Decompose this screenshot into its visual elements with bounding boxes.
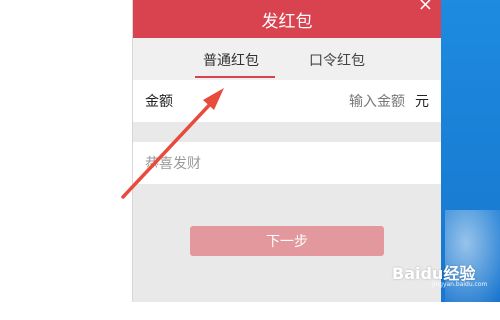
watermark: Baidu经验 jingyan.baidu.com [380, 254, 490, 288]
watermark-sub: jingyan.baidu.com [432, 281, 488, 288]
